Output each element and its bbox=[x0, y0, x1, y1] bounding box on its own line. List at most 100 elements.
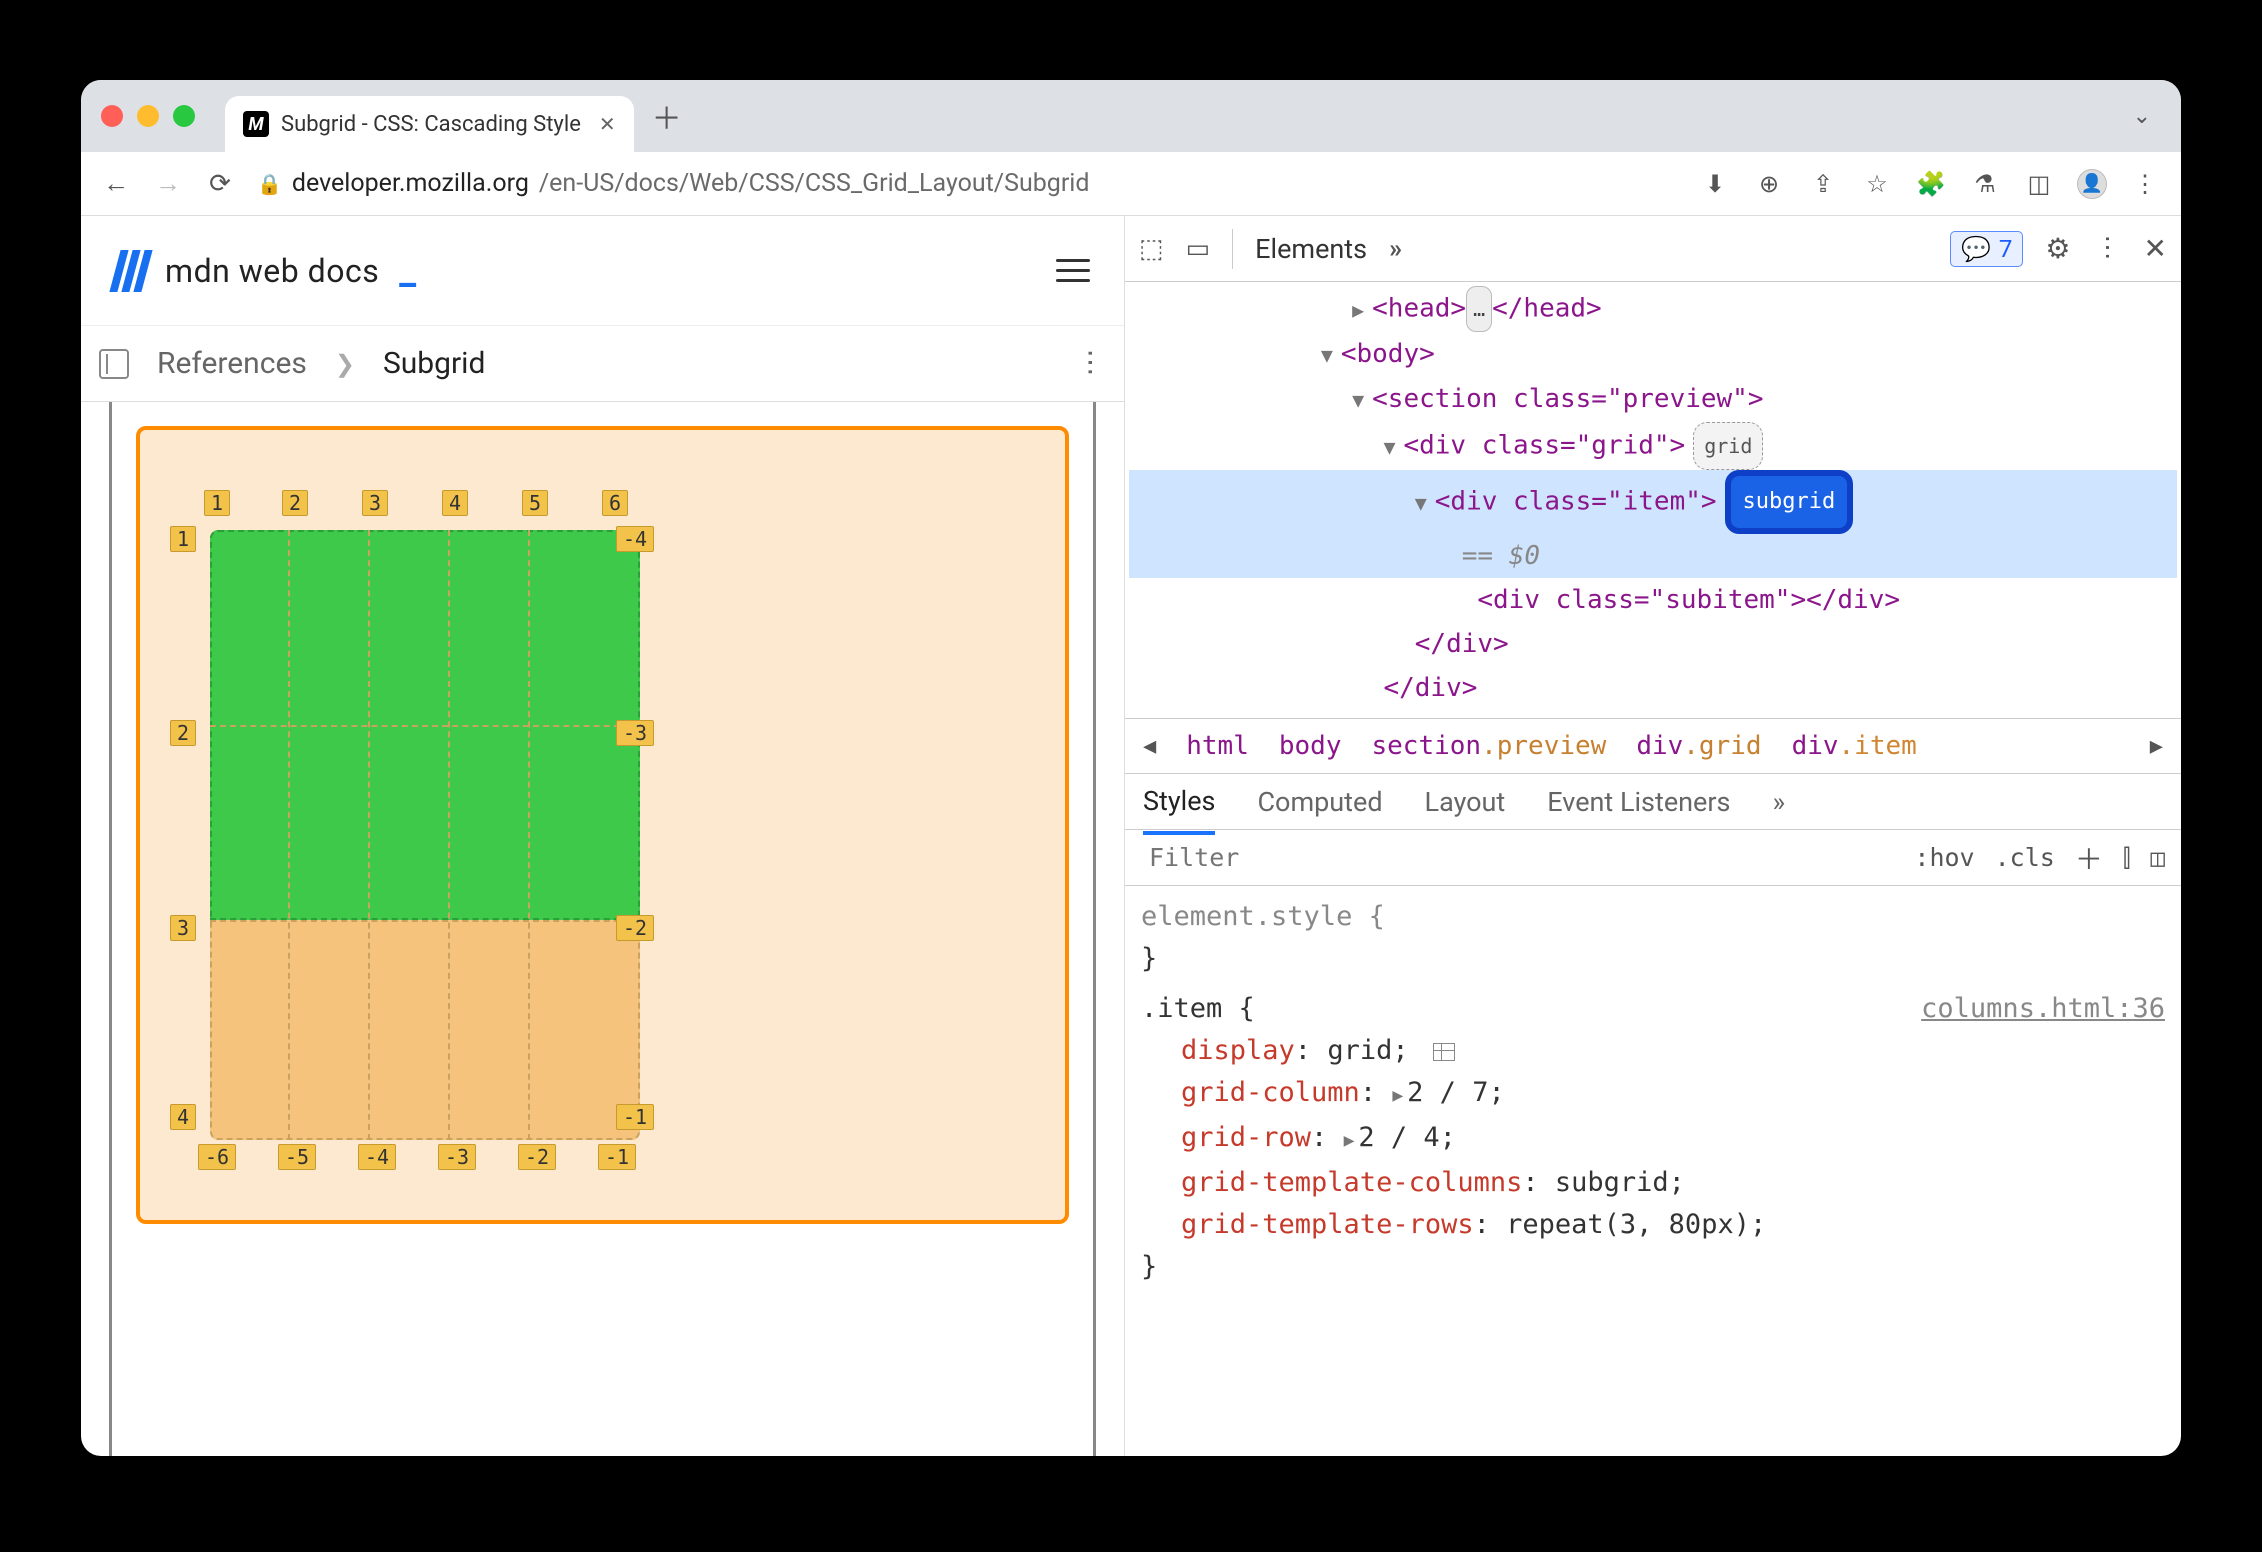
browser-window: M Subgrid - CSS: Cascading Style ✕ ＋ ⌄ ←… bbox=[81, 80, 2181, 1456]
grid-label: 3 bbox=[362, 490, 388, 516]
path-html[interactable]: html bbox=[1186, 731, 1249, 761]
dom-selected-row[interactable]: ▼<div class="item">subgrid bbox=[1129, 470, 2177, 534]
chevron-right-icon: ❯ bbox=[335, 350, 355, 378]
maximize-window-button[interactable] bbox=[173, 105, 195, 127]
path-left-icon[interactable]: ◀ bbox=[1143, 734, 1156, 759]
grid-label: 2 bbox=[170, 720, 196, 746]
tabs-menu-icon[interactable]: ⌄ bbox=[2133, 104, 2151, 129]
tab-layout[interactable]: Layout bbox=[1425, 786, 1506, 818]
breadcrumb: References ❯ Subgrid ⋯ bbox=[81, 326, 1124, 402]
profile-avatar[interactable]: 👤 bbox=[2077, 169, 2107, 199]
reload-icon[interactable]: ⟳ bbox=[205, 169, 235, 199]
breadcrumb-root[interactable]: References bbox=[157, 346, 307, 381]
page-body: 1 2 3 4 5 6 1 2 3 4 -4 -3 -2 -1 bbox=[81, 402, 1124, 1456]
devtools-menu-icon[interactable]: ⋯ bbox=[2092, 234, 2122, 263]
subgrid-badge[interactable]: subgrid bbox=[1725, 470, 1854, 534]
close-devtools-icon[interactable]: ✕ bbox=[2144, 232, 2167, 265]
grid-label: 4 bbox=[442, 490, 468, 516]
address-bar[interactable]: 🔒 developer.mozilla.org/en-US/docs/Web/C… bbox=[257, 169, 1089, 198]
path-body[interactable]: body bbox=[1279, 731, 1342, 761]
rendering-panel-icon[interactable]: ◫ bbox=[2151, 844, 2165, 872]
sidebar-toggle-icon[interactable] bbox=[99, 349, 129, 379]
grid-label: -2 bbox=[518, 1144, 556, 1170]
grid-label: -6 bbox=[198, 1144, 236, 1170]
mdn-cursor-icon: _ bbox=[399, 249, 416, 293]
elements-tab[interactable]: Elements bbox=[1255, 233, 1367, 265]
grid-label: 1 bbox=[170, 526, 196, 552]
grid-label: 2 bbox=[282, 490, 308, 516]
mdn-header: mdn web docs _ bbox=[81, 216, 1124, 326]
tab-event-listeners[interactable]: Event Listeners bbox=[1547, 786, 1730, 818]
grid-label: 6 bbox=[602, 490, 628, 516]
url-host: developer.mozilla.org bbox=[292, 169, 529, 198]
page-pane: mdn web docs _ References ❯ Subgrid ⋯ bbox=[81, 216, 1125, 1456]
lock-icon: 🔒 bbox=[257, 172, 282, 196]
dom-breadcrumb[interactable]: ◀ html body section.preview div.grid div… bbox=[1125, 718, 2181, 774]
article-menu-icon[interactable]: ⋯ bbox=[1075, 349, 1108, 379]
path-div-grid[interactable]: div.grid bbox=[1636, 731, 1761, 761]
window-controls bbox=[101, 105, 195, 127]
inspect-icon[interactable]: ⬚ bbox=[1139, 234, 1164, 264]
computed-sidebar-icon[interactable]: ⫿ bbox=[2123, 844, 2131, 872]
styles-body[interactable]: element.style { } .item {columns.html:36… bbox=[1125, 886, 2181, 1298]
grid-overlay: 1 2 3 4 5 6 1 2 3 4 -4 -3 -2 -1 bbox=[210, 530, 640, 1140]
path-right-icon[interactable]: ▶ bbox=[2150, 734, 2163, 759]
grid-label: 4 bbox=[170, 1104, 196, 1130]
browser-tab[interactable]: M Subgrid - CSS: Cascading Style ✕ bbox=[225, 96, 634, 152]
grid-label: -4 bbox=[358, 1144, 396, 1170]
styles-filter-input[interactable] bbox=[1141, 837, 1601, 878]
grid-icon[interactable] bbox=[1433, 1043, 1455, 1061]
grid-label: 1 bbox=[204, 490, 230, 516]
install-icon[interactable]: ⬇ bbox=[1699, 170, 1731, 198]
forward-icon[interactable]: → bbox=[153, 168, 183, 199]
tab-styles[interactable]: Styles bbox=[1143, 785, 1215, 835]
path-div-item[interactable]: div.item bbox=[1792, 731, 1917, 761]
tab-computed[interactable]: Computed bbox=[1257, 786, 1382, 818]
grid-label: -1 bbox=[598, 1144, 636, 1170]
url-path: /en-US/docs/Web/CSS/CSS_Grid_Layout/Subg… bbox=[539, 169, 1090, 198]
device-toggle-icon[interactable]: ▭ bbox=[1186, 234, 1211, 264]
devtools-pane: ⬚ ▭ Elements » 💬 7 ⚙ ⋯ ✕ ▶<head>…</head>… bbox=[1125, 216, 2181, 1456]
styles-filter-bar: :hov .cls ＋ ⫿ ◫ bbox=[1125, 830, 2181, 886]
minimize-window-button[interactable] bbox=[137, 105, 159, 127]
styles-subtabs: Styles Computed Layout Event Listeners » bbox=[1125, 774, 2181, 830]
new-style-rule-icon[interactable]: ＋ bbox=[2075, 838, 2103, 878]
menu-icon[interactable] bbox=[1056, 259, 1090, 282]
back-icon[interactable]: ← bbox=[101, 168, 131, 199]
path-section[interactable]: section.preview bbox=[1372, 731, 1607, 761]
close-window-button[interactable] bbox=[101, 105, 123, 127]
tab-title: Subgrid - CSS: Cascading Style bbox=[281, 112, 581, 137]
sidepanel-icon[interactable]: ◫ bbox=[2023, 170, 2055, 198]
breadcrumb-current: Subgrid bbox=[383, 346, 485, 381]
dom-tree[interactable]: ▶<head>…</head> ▼<body> ▼<section class=… bbox=[1125, 282, 2181, 718]
mdn-wordmark: mdn web docs bbox=[165, 252, 379, 290]
grid-label: -1 bbox=[616, 1104, 654, 1130]
more-subtabs-icon[interactable]: » bbox=[1772, 786, 1785, 818]
share-icon[interactable]: ⇪ bbox=[1807, 170, 1839, 198]
grid-label: 5 bbox=[522, 490, 548, 516]
grid-label: -3 bbox=[438, 1144, 476, 1170]
hov-toggle[interactable]: :hov bbox=[1914, 843, 1974, 872]
source-link[interactable]: columns.html:36 bbox=[1921, 988, 2165, 1030]
content-row: mdn web docs _ References ❯ Subgrid ⋯ bbox=[81, 216, 2181, 1456]
grid-label: 3 bbox=[170, 915, 196, 941]
favicon-icon: M bbox=[243, 111, 269, 137]
close-tab-icon[interactable]: ✕ bbox=[599, 112, 616, 136]
bookmark-icon[interactable]: ☆ bbox=[1861, 170, 1893, 198]
issues-badge[interactable]: 💬 7 bbox=[1950, 231, 2023, 267]
zoom-icon[interactable]: ⊕ bbox=[1753, 170, 1785, 198]
new-tab-button[interactable]: ＋ bbox=[652, 94, 682, 138]
settings-icon[interactable]: ⚙ bbox=[2045, 232, 2070, 265]
grid-label: -4 bbox=[616, 526, 654, 552]
grid-label: -3 bbox=[616, 720, 654, 746]
demo-frame: 1 2 3 4 5 6 1 2 3 4 -4 -3 -2 -1 bbox=[136, 426, 1069, 1224]
browser-menu-icon[interactable]: ⋮ bbox=[2129, 170, 2161, 198]
devtools-toolbar: ⬚ ▭ Elements » 💬 7 ⚙ ⋯ ✕ bbox=[1125, 216, 2181, 282]
grid-label: -5 bbox=[278, 1144, 316, 1170]
grid-label: -2 bbox=[616, 915, 654, 941]
cls-toggle[interactable]: .cls bbox=[1995, 843, 2055, 872]
more-tabs-icon[interactable]: » bbox=[1389, 234, 1402, 264]
extensions-icon[interactable]: 🧩 bbox=[1915, 170, 1947, 198]
labs-icon[interactable]: ⚗ bbox=[1969, 170, 2001, 198]
toolbar: ← → ⟳ 🔒 developer.mozilla.org/en-US/docs… bbox=[81, 152, 2181, 216]
